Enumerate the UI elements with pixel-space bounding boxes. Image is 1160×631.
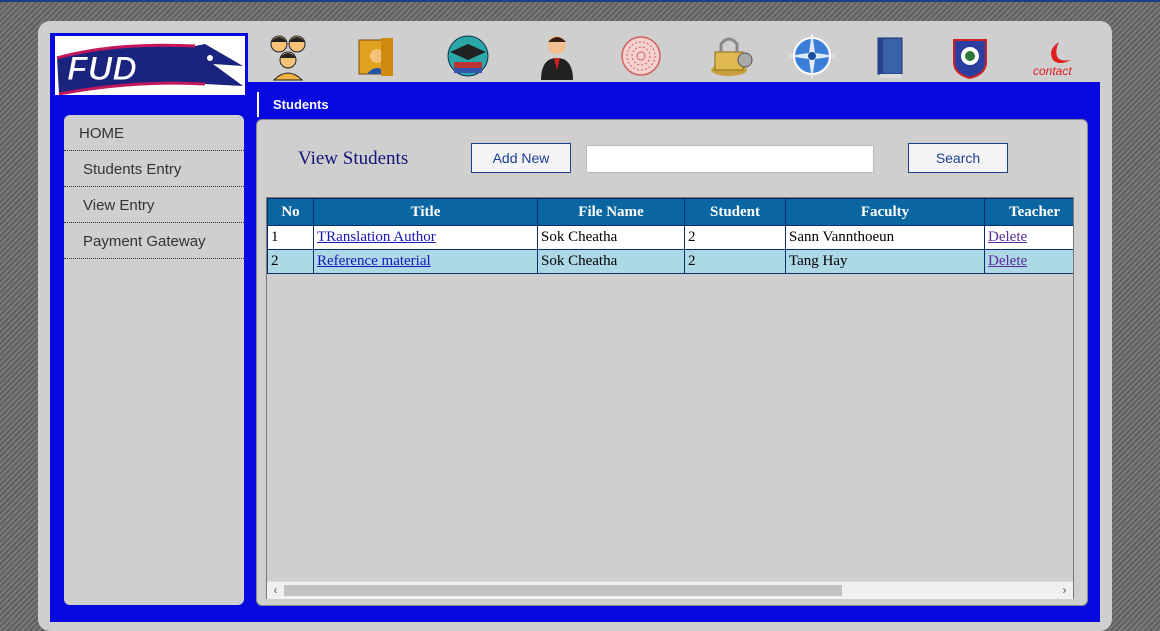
top-border <box>0 0 1160 2</box>
column-header-file-name[interactable]: File Name <box>537 198 685 226</box>
contact-icon[interactable]: contact <box>1029 30 1085 82</box>
cell-title: TRanslation Author <box>313 225 538 250</box>
fud-logo[interactable]: FUD <box>55 36 245 95</box>
book-icon[interactable] <box>864 30 916 82</box>
search-button[interactable]: Search <box>908 143 1008 173</box>
top-nav-icons: contact <box>258 30 1100 82</box>
cell-no: 2 <box>267 249 314 274</box>
column-header-teacher[interactable]: Teacher <box>984 198 1073 226</box>
students-grid: No Title File Name Student Faculty Teach… <box>266 197 1074 599</box>
cell-action: Delete <box>984 225 1073 250</box>
compass-icon[interactable] <box>786 30 838 82</box>
table-header-row: No Title File Name Student Faculty Teach… <box>267 198 1073 226</box>
search-input[interactable] <box>586 145 874 173</box>
horizontal-scrollbar[interactable]: ‹ › <box>267 581 1073 599</box>
column-header-faculty[interactable]: Faculty <box>785 198 985 226</box>
sidebar-item-view-entry[interactable]: View Entry <box>64 187 244 223</box>
sidebar-item-students-entry[interactable]: Students Entry <box>64 151 244 187</box>
scroll-right-icon[interactable]: › <box>1056 582 1073 599</box>
tab-students[interactable]: Students <box>257 92 329 117</box>
cell-file-name: Sok Cheatha <box>537 225 685 250</box>
cell-faculty: Tang Hay <box>785 249 985 274</box>
cell-file-name: Sok Cheatha <box>537 249 685 274</box>
graduation-cap-icon[interactable] <box>442 30 494 82</box>
cell-no: 1 <box>267 225 314 250</box>
delete-link[interactable]: Delete <box>988 229 1027 245</box>
sidebar-item-home[interactable]: HOME <box>64 115 244 151</box>
students-group-icon[interactable] <box>262 30 314 82</box>
svg-text:contact: contact <box>1033 64 1072 78</box>
cell-action: Delete <box>984 249 1073 274</box>
column-header-no[interactable]: No <box>267 198 314 226</box>
table-row: 2 Reference material Sok Cheatha 2 Tang … <box>267 249 1073 274</box>
title-link[interactable]: Reference material <box>317 253 431 269</box>
cell-title: Reference material <box>313 249 538 274</box>
cell-faculty: Sann Vannthoeun <box>785 225 985 250</box>
cell-student: 2 <box>684 249 786 274</box>
add-new-button[interactable]: Add New <box>471 143 571 173</box>
students-table: No Title File Name Student Faculty Teach… <box>267 198 1073 274</box>
table-row: 1 TRanslation Author Sok Cheatha 2 Sann … <box>267 225 1073 250</box>
svg-text:FUD: FUD <box>67 50 137 88</box>
teacher-book-icon[interactable] <box>351 30 403 82</box>
sidebar-item-payment-gateway[interactable]: Payment Gateway <box>64 223 244 259</box>
column-header-student[interactable]: Student <box>684 198 786 226</box>
user-suit-icon[interactable] <box>531 30 583 82</box>
column-header-title[interactable]: Title <box>313 198 538 226</box>
cell-student: 2 <box>684 225 786 250</box>
badge-emblem-icon[interactable] <box>944 30 996 82</box>
page-title: View Students <box>298 148 409 169</box>
lock-coins-icon[interactable] <box>705 30 757 82</box>
scroll-left-icon[interactable]: ‹ <box>267 582 284 599</box>
scrollbar-thumb[interactable] <box>284 585 842 596</box>
delete-link[interactable]: Delete <box>988 253 1027 269</box>
sidebar: HOME Students Entry View Entry Payment G… <box>64 115 244 605</box>
globe-sphere-icon[interactable] <box>615 30 667 82</box>
title-link[interactable]: TRanslation Author <box>317 229 436 245</box>
